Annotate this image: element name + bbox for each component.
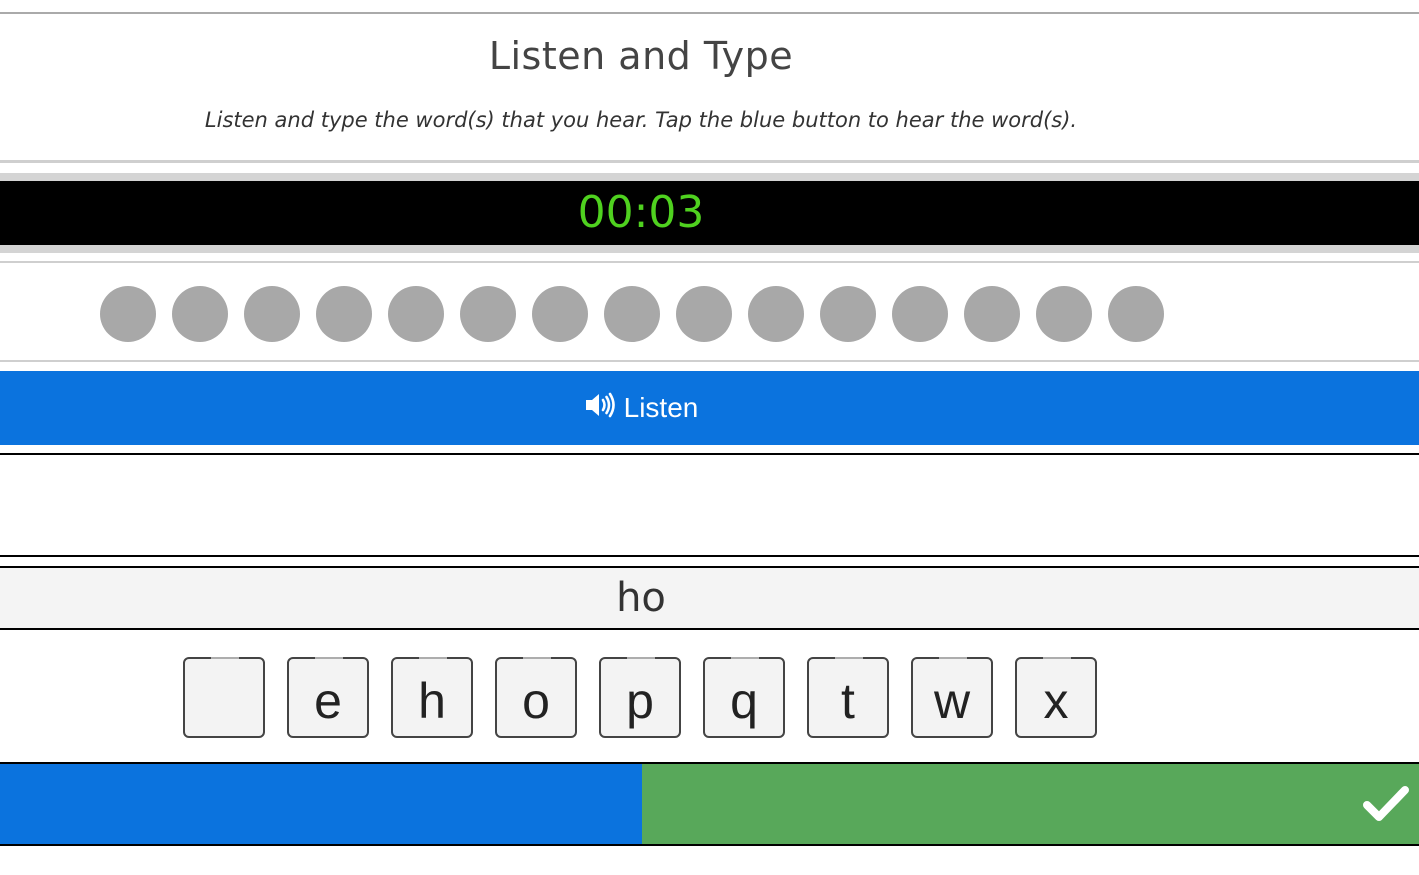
timer-value: 00:03 — [577, 187, 705, 238]
timer-bar: 00:03 — [0, 173, 1419, 253]
key-t[interactable]: t — [807, 657, 889, 738]
speaker-volume-icon — [584, 391, 616, 426]
progress-dot — [460, 286, 516, 342]
progress-dot — [748, 286, 804, 342]
progress-dot — [532, 286, 588, 342]
listen-and-type-page: Listen and Type Listen and type the word… — [0, 0, 1419, 875]
submit-button[interactable] — [642, 764, 1419, 844]
key-q[interactable]: q — [703, 657, 785, 738]
answer-field[interactable]: ho — [0, 566, 1419, 630]
key-h[interactable]: h — [391, 657, 473, 738]
listen-button[interactable]: Listen — [0, 371, 1419, 445]
key-p[interactable]: p — [599, 657, 681, 738]
checkmark-icon — [1363, 784, 1409, 827]
dots-bottom-divider — [0, 360, 1419, 362]
progress-dot — [676, 286, 732, 342]
top-divider — [0, 12, 1419, 14]
timer-display: 00:03 — [0, 181, 1419, 245]
progress-dot — [1036, 286, 1092, 342]
bottom-bar — [0, 762, 1419, 846]
progress-dots — [100, 286, 1164, 342]
progress-dot — [244, 286, 300, 342]
header-divider — [0, 160, 1419, 163]
progress-dot — [388, 286, 444, 342]
listen-button-content: Listen — [0, 371, 1282, 445]
progress-dot — [892, 286, 948, 342]
key-e[interactable]: e — [287, 657, 369, 738]
key-w[interactable]: w — [911, 657, 993, 738]
key-o[interactable]: o — [495, 657, 577, 738]
listen-button-label: Listen — [623, 392, 699, 423]
feedback-bottom-border — [0, 555, 1419, 557]
progress-dot — [172, 286, 228, 342]
key-x[interactable]: x — [1015, 657, 1097, 738]
progress-dot — [1108, 286, 1164, 342]
dots-top-divider — [0, 261, 1419, 263]
progress-dot — [820, 286, 876, 342]
progress-dot — [964, 286, 1020, 342]
feedback-top-border — [0, 453, 1419, 455]
progress-fill — [0, 764, 642, 844]
instructions-text: Listen and type the word(s) that you hea… — [204, 108, 1078, 132]
letter-keyboard: e h o p q t w x — [183, 657, 1097, 738]
key-space[interactable] — [183, 657, 265, 738]
progress-dot — [604, 286, 660, 342]
progress-dot — [316, 286, 372, 342]
progress-dot — [100, 286, 156, 342]
answer-value: ho — [616, 575, 666, 621]
page-title: Listen and Type — [488, 34, 794, 78]
